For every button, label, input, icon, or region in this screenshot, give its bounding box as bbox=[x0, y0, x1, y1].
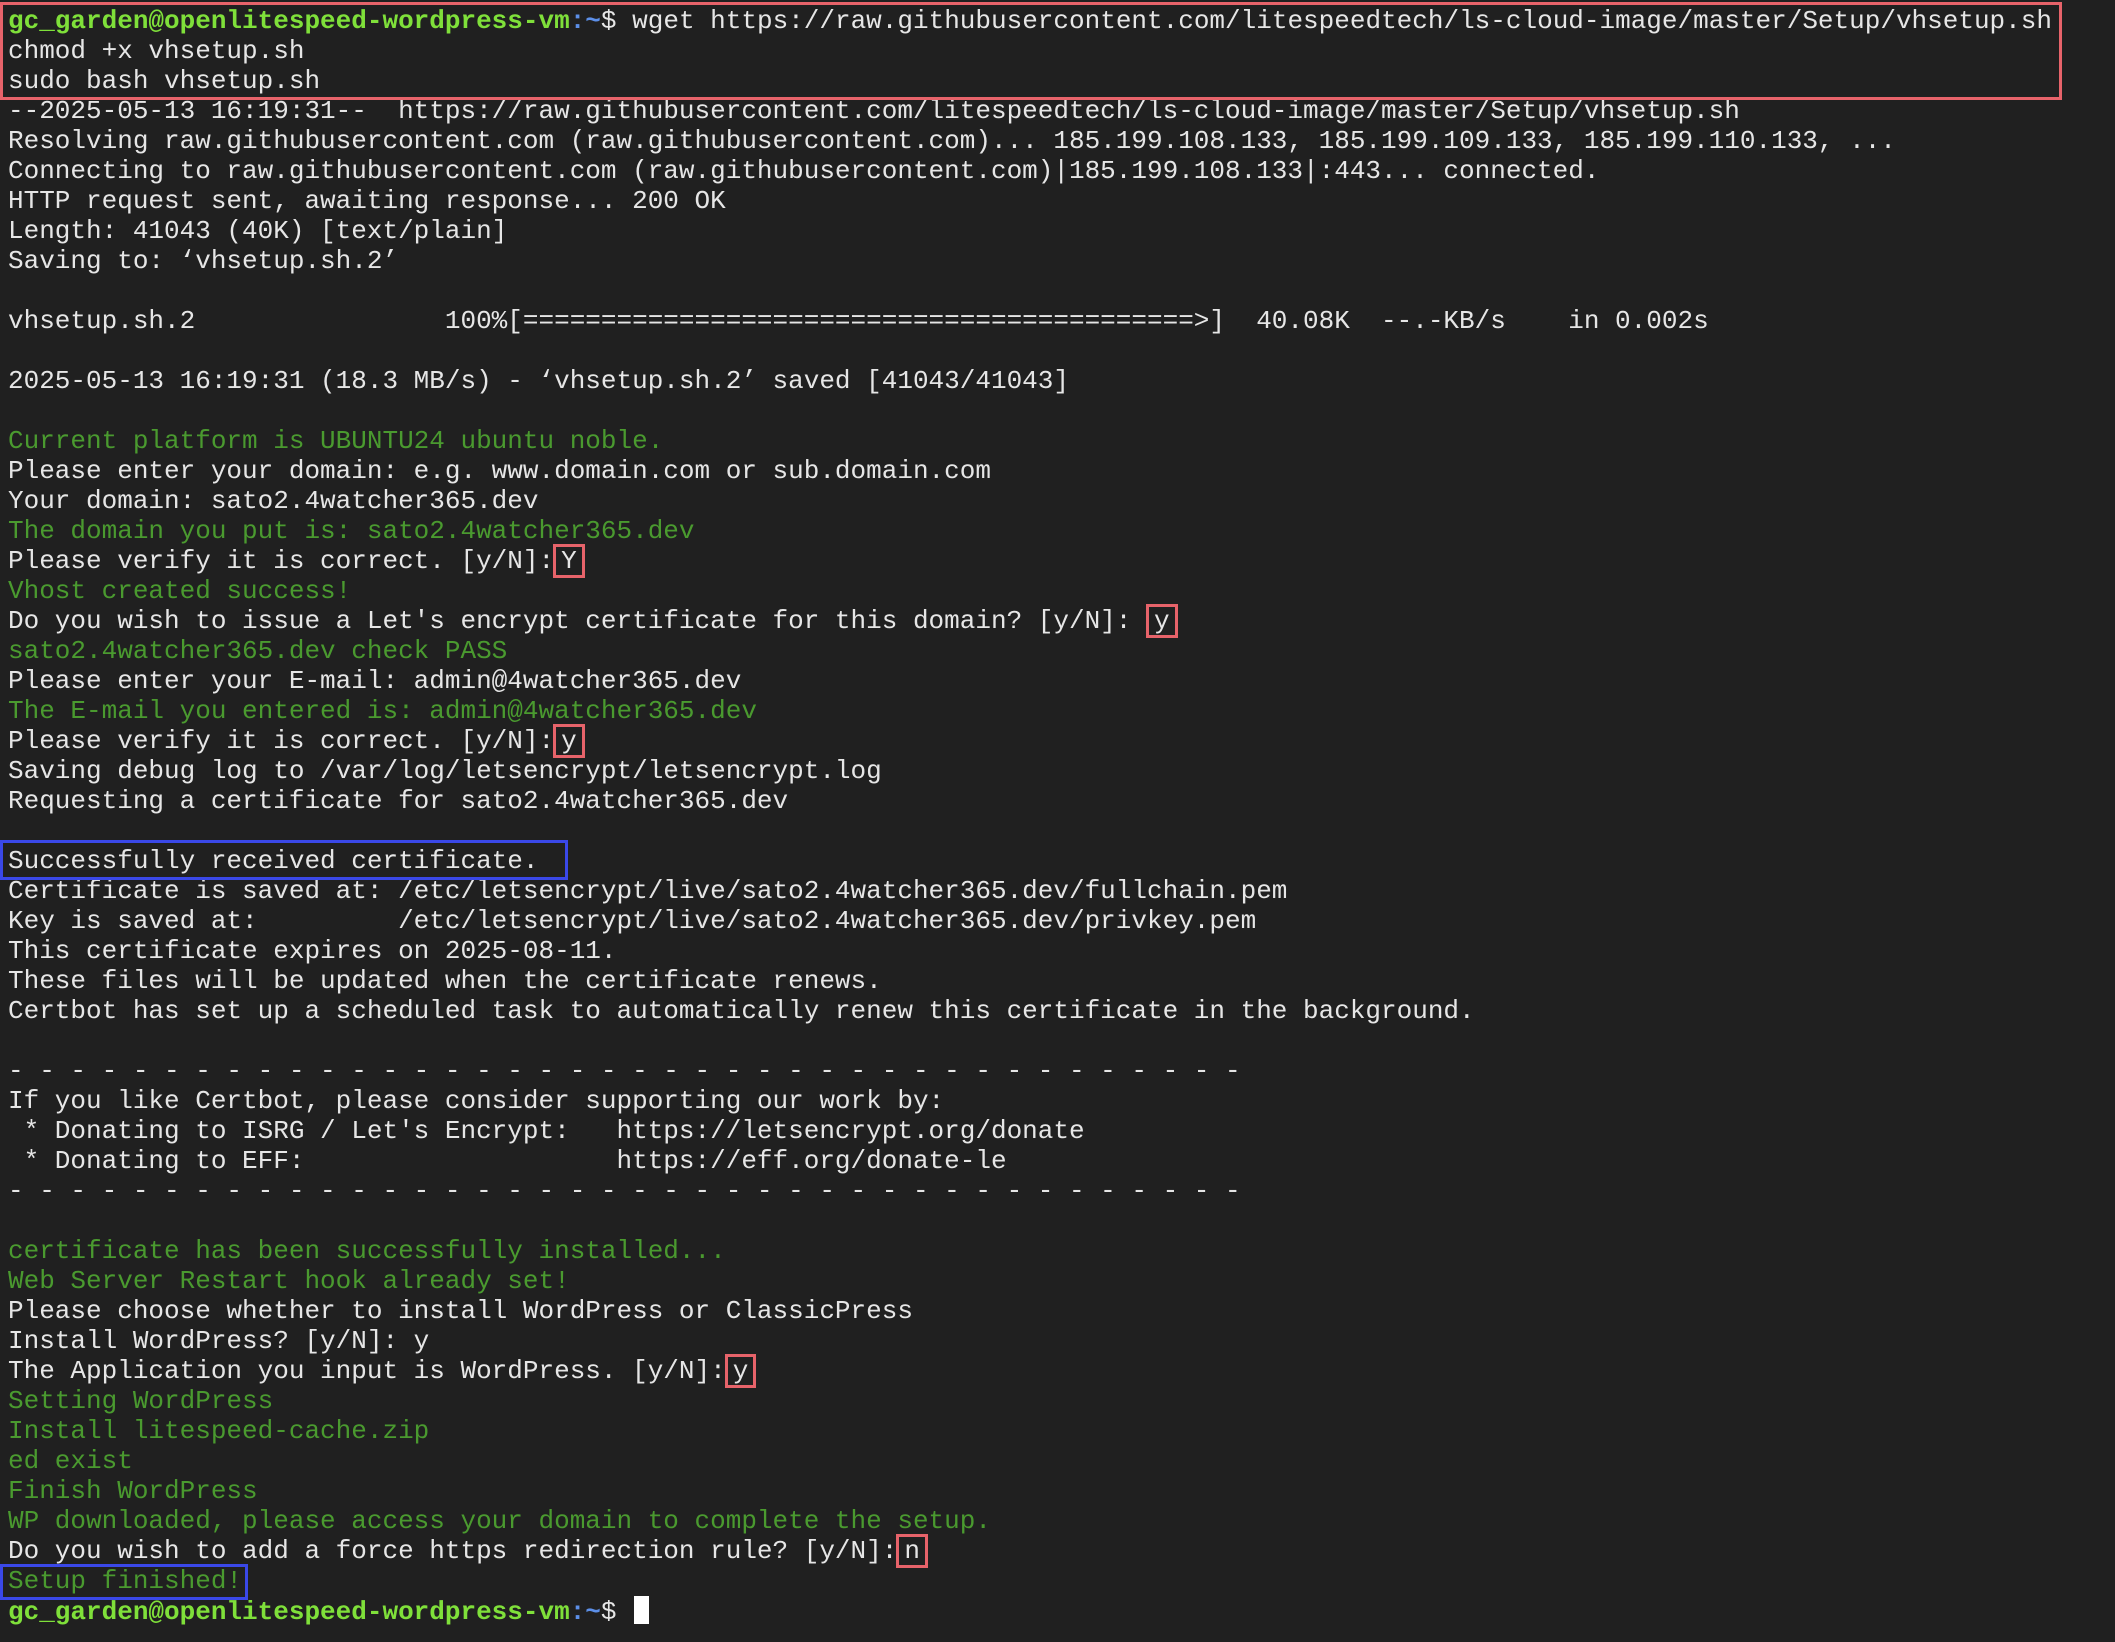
wp-downloaded: WP downloaded, please access your domain… bbox=[8, 1506, 991, 1536]
certbot-expires: This certificate expires on 2025-08-11. bbox=[8, 936, 617, 966]
wp-setting: Setting WordPress bbox=[8, 1386, 274, 1416]
setup-platform: Current platform is UBUNTU24 ubuntu nobl… bbox=[8, 426, 664, 456]
setup-vhost-created: Vhost created success! bbox=[8, 576, 352, 606]
wget-http: HTTP request sent, awaiting response... … bbox=[8, 186, 726, 216]
setup-your-domain: Your domain: sato2.4watcher365.dev bbox=[8, 486, 539, 516]
certbot-separator-bottom: - - - - - - - - - - - - - - - - - - - - … bbox=[8, 1176, 1241, 1206]
certbot-cert-saved: Certificate is saved at: /etc/letsencryp… bbox=[8, 876, 1288, 906]
certbot-updated: These files will be updated when the cer… bbox=[8, 966, 882, 996]
terminal-window[interactable]: gc_garden@openlitespeed-wordpress-vm:~$ … bbox=[0, 0, 2115, 1642]
setup-enter-email: Please enter your E-mail: admin@4watcher… bbox=[8, 666, 742, 696]
prompt-symbol: $ bbox=[600, 1597, 633, 1627]
prompt-line-final[interactable]: gc_garden@openlitespeed-wordpress-vm:~$ bbox=[8, 1596, 2115, 1627]
verify1-answer: Y bbox=[553, 544, 585, 578]
success-highlight-box bbox=[0, 840, 568, 880]
certbot-scheduled: Certbot has set up a scheduled task to a… bbox=[8, 996, 1475, 1026]
certbot-key-saved: Key is saved at: /etc/letsencrypt/live/s… bbox=[8, 906, 1257, 936]
le-question: Do you wish to issue a Let's encrypt cer… bbox=[8, 606, 1132, 636]
https-question: Do you wish to add a force https redirec… bbox=[8, 1536, 898, 1566]
wget-saving: Saving to: ‘vhsetup.sh.2’ bbox=[8, 246, 399, 276]
text-cursor[interactable] bbox=[634, 1596, 650, 1624]
setup-verify1: Please verify it is correct. [y/N]: Y bbox=[8, 544, 2115, 578]
wget-length: Length: 41043 (40K) [text/plain] bbox=[8, 216, 508, 246]
wp-finish: Finish WordPress bbox=[8, 1476, 258, 1506]
verify2-answer: y bbox=[553, 724, 585, 758]
wget-connecting: Connecting to raw.githubusercontent.com … bbox=[8, 156, 1600, 186]
commands-highlight-box bbox=[0, 2, 2062, 100]
setup-check-pass: sato2.4watcher365.dev check PASS bbox=[8, 636, 508, 666]
wp-app: The Application you input is WordPress. … bbox=[8, 1354, 2115, 1388]
app-answer: y bbox=[724, 1354, 757, 1388]
setup-email-entered: The E-mail you entered is: admin@4watche… bbox=[8, 696, 757, 726]
setup-verify2: Please verify it is correct. [y/N]: y bbox=[8, 724, 2115, 758]
wp-https: Do you wish to add a force https redirec… bbox=[8, 1534, 2115, 1568]
certbot-donate-isrg: * Donating to ISRG / Let's Encrypt: http… bbox=[8, 1116, 1085, 1146]
certbot-separator-top: - - - - - - - - - - - - - - - - - - - - … bbox=[8, 1056, 1241, 1086]
wp-installed: certificate has been successfully instal… bbox=[8, 1236, 726, 1266]
verify2-question: Please verify it is correct. [y/N]: bbox=[8, 726, 555, 756]
wp-setup-finished: Setup finished! bbox=[8, 1566, 243, 1596]
setup-domain-put: The domain you put is: sato2.4watcher365… bbox=[8, 516, 695, 546]
wp-restart-hook: Web Server Restart hook already set! bbox=[8, 1266, 570, 1296]
wget-saved: 2025-05-13 16:19:31 (18.3 MB/s) - ‘vhset… bbox=[8, 366, 1069, 396]
setup-debug-log: Saving debug log to /var/log/letsencrypt… bbox=[8, 756, 882, 786]
wget-resolving: Resolving raw.githubusercontent.com (raw… bbox=[8, 126, 1896, 156]
wp-ed-exist: ed exist bbox=[8, 1446, 133, 1476]
app-question: The Application you input is WordPress. … bbox=[8, 1356, 726, 1386]
certbot-support: If you like Certbot, please consider sup… bbox=[8, 1086, 945, 1116]
setup-enter-domain: Please enter your domain: e.g. www.domai… bbox=[8, 456, 991, 486]
setup-le: Do you wish to issue a Let's encrypt cer… bbox=[8, 604, 2115, 638]
certbot-donate-eff: * Donating to EFF: https://eff.org/donat… bbox=[8, 1146, 1007, 1176]
setup-requesting: Requesting a certificate for sato2.4watc… bbox=[8, 786, 789, 816]
https-answer: n bbox=[896, 1534, 928, 1568]
wp-install-cache: Install litespeed-cache.zip bbox=[8, 1416, 430, 1446]
finished-highlight-box bbox=[0, 1564, 248, 1600]
le-answer: y bbox=[1146, 604, 1178, 638]
wget-start: --2025-05-13 16:19:31-- https://raw.gith… bbox=[8, 96, 1740, 126]
wp-choose: Please choose whether to install WordPre… bbox=[8, 1296, 913, 1326]
wp-install: Install WordPress? [y/N]: y bbox=[8, 1326, 430, 1356]
verify1-question: Please verify it is correct. [y/N]: bbox=[8, 546, 555, 576]
prompt-path: :~ bbox=[569, 1597, 601, 1627]
prompt-user-host: gc_garden@openlitespeed-wordpress-vm bbox=[8, 1597, 570, 1627]
wget-progress: vhsetup.sh.2 100%[======================… bbox=[8, 306, 1709, 336]
